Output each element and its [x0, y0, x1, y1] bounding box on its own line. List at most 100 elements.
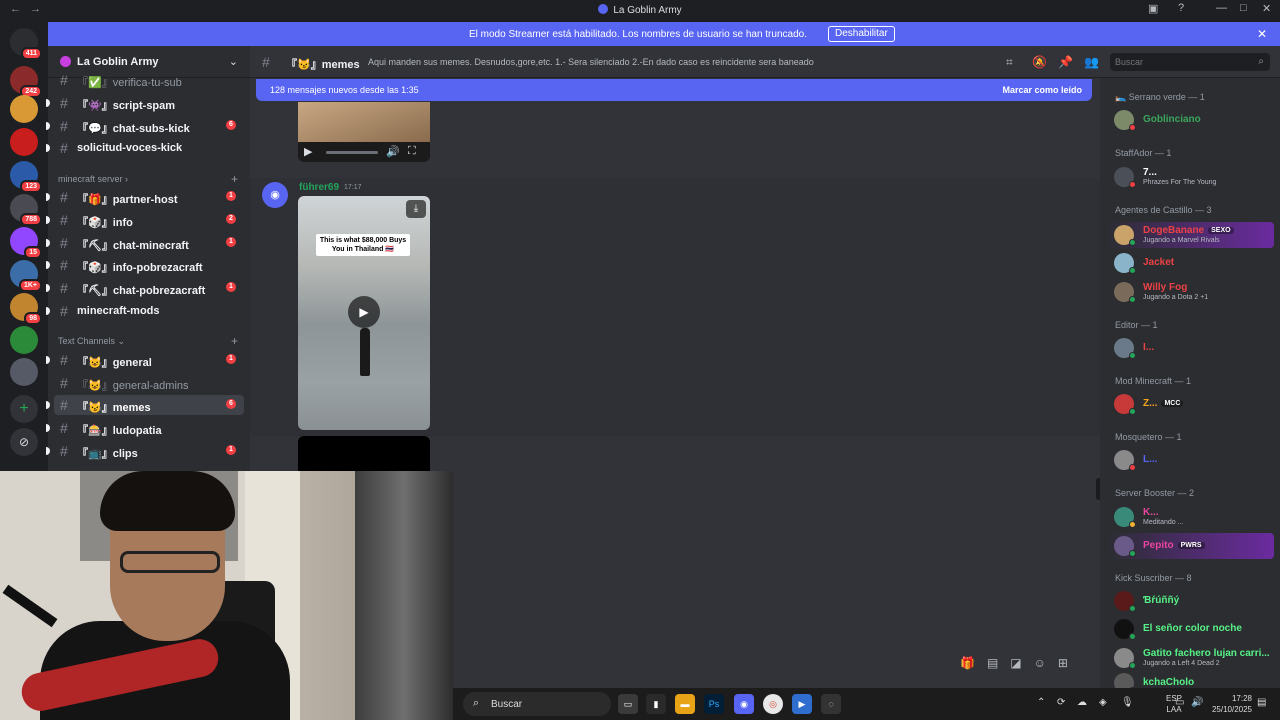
video-attachment[interactable]: [298, 436, 430, 476]
channel-item[interactable]: # 『💬』chat-subs-kick 6: [46, 116, 244, 136]
server-icon[interactable]: 788: [10, 194, 42, 226]
video-attachment[interactable]: ▶ 🔊 ⛶: [298, 102, 430, 162]
server-icon[interactable]: 98: [10, 293, 42, 325]
channel-item[interactable]: # 『⛏』chat-pobrezacraft 1: [46, 278, 244, 298]
download-icon[interactable]: ⤓: [406, 200, 426, 218]
channel-item[interactable]: # 『🎲』info-pobrezacraft: [46, 255, 244, 275]
mark-as-read-button[interactable]: Marcar como leído: [1002, 85, 1082, 95]
app-icon[interactable]: ▶: [792, 694, 812, 714]
channel-item[interactable]: # 『⛏』chat-minecraft 1: [46, 233, 244, 253]
member-item[interactable]: Willy Fog Jugando a Dota 2 +1: [1106, 279, 1274, 305]
role-header: Editor — 1: [1115, 320, 1158, 330]
add-server-icon[interactable]: +: [10, 395, 38, 423]
member-name-text: I...: [1143, 342, 1155, 353]
message-author[interactable]: führer69: [299, 182, 339, 193]
clock[interactable]: 17:28 25/10/2025: [1212, 693, 1252, 715]
app-icon[interactable]: ◌: [821, 694, 841, 714]
apps-icon[interactable]: ⊞: [1058, 656, 1068, 670]
close-icon[interactable]: ✕: [1257, 27, 1267, 41]
sticker-icon[interactable]: ◪: [1010, 656, 1021, 670]
channel-item[interactable]: # solicitud-voces-kick: [46, 138, 244, 158]
app-icon[interactable]: ▮: [646, 694, 666, 714]
gift-icon[interactable]: 🎁: [960, 656, 975, 670]
microphone-icon[interactable]: 🎙: [1121, 697, 1134, 708]
tray-icon[interactable]: ◈: [1099, 697, 1107, 708]
network-icon[interactable]: ▭: [1175, 697, 1184, 708]
add-channel-icon[interactable]: +: [231, 334, 238, 348]
cloud-icon[interactable]: ☁: [1077, 697, 1087, 708]
member-item[interactable]: Gatito fachero lujan carri... Jugando a L…: [1106, 645, 1274, 671]
category-header[interactable]: minecraft server › +: [58, 172, 238, 186]
member-item[interactable]: El señor color noche: [1106, 616, 1274, 642]
channel-item[interactable]: # minecraft-mods: [46, 301, 244, 321]
explore-icon[interactable]: ⊘: [10, 428, 38, 456]
close-window-icon[interactable]: ✕: [1262, 2, 1271, 15]
disable-streamer-button[interactable]: Deshabilitar: [828, 26, 895, 42]
taskbar-search[interactable]: ⌕ Buscar: [463, 692, 611, 716]
category-header[interactable]: Text Channels ⌄ +: [58, 334, 238, 348]
server-icon[interactable]: 1K+: [10, 260, 42, 292]
chevron-down-icon[interactable]: ⌄: [229, 55, 238, 68]
tray-icon[interactable]: ⟳: [1057, 697, 1065, 708]
member-item[interactable]: Z... MCC: [1106, 391, 1274, 417]
gif-icon[interactable]: ▤: [987, 656, 998, 670]
member-item[interactable]: 7... Phrazes For The Young: [1106, 164, 1274, 190]
volume-icon[interactable]: 🔊: [386, 145, 400, 158]
server-icon[interactable]: [10, 128, 38, 156]
channel-item[interactable]: # 『😺』general-admins: [54, 373, 244, 393]
server-icon[interactable]: [10, 95, 38, 123]
channel-topic[interactable]: Aqui manden sus memes. Desnudos,gore,etc…: [368, 57, 814, 67]
member-item[interactable]: Ɓŕúññý: [1106, 588, 1274, 614]
maximize-icon[interactable]: □: [1240, 2, 1247, 14]
fullscreen-icon[interactable]: ⛶: [408, 145, 416, 158]
channel-item[interactable]: # 『✅』verifica-tu-sub: [54, 70, 244, 90]
discord-icon[interactable]: ◉: [734, 694, 754, 714]
volume-icon[interactable]: 🔊: [1191, 697, 1203, 708]
channel-item[interactable]: # 『📺』clips 1: [46, 441, 244, 461]
member-item[interactable]: K... Meditando ...: [1106, 504, 1274, 530]
minimize-icon[interactable]: —: [1216, 2, 1227, 14]
play-icon[interactable]: ▶: [348, 296, 380, 328]
threads-icon[interactable]: ⌗: [1006, 55, 1013, 70]
server-icon[interactable]: 242: [10, 66, 42, 98]
channel-item[interactable]: # 『😼』memes 6: [46, 395, 244, 415]
server-icon[interactable]: [10, 326, 38, 354]
server-icon[interactable]: 15: [10, 227, 42, 259]
server-icon[interactable]: [10, 358, 38, 386]
video-attachment[interactable]: This is what $88,000 Buys You in Thailan…: [298, 196, 430, 430]
notifications-icon[interactable]: ▤: [1257, 697, 1266, 708]
task-view-icon[interactable]: ▭: [618, 694, 638, 714]
pin-icon[interactable]: 📌: [1058, 55, 1073, 69]
chevron-up-icon[interactable]: ⌃: [1037, 697, 1045, 708]
mute-bell-icon[interactable]: 🔕: [1032, 55, 1047, 69]
member-item[interactable]: L...: [1106, 447, 1274, 473]
server-icon[interactable]: 411: [10, 28, 42, 60]
channel-item[interactable]: # 『👾』script-spam: [46, 93, 244, 113]
hash-icon: #: [60, 280, 68, 296]
add-channel-icon[interactable]: +: [231, 172, 238, 186]
author-avatar[interactable]: ◉: [262, 182, 288, 208]
server-icon[interactable]: 123: [10, 161, 42, 193]
role-header: Agentes de Castillo — 3: [1115, 205, 1212, 215]
photoshop-icon[interactable]: Ps: [704, 694, 724, 714]
channel-item[interactable]: # 『🎰』ludopatia: [46, 418, 244, 438]
video-progress-bar[interactable]: [326, 151, 378, 154]
channel-item[interactable]: # 『😺』general 1: [46, 350, 244, 370]
new-messages-bar[interactable]: 128 mensajes nuevos desde las 1:35 Marca…: [256, 79, 1092, 101]
channel-item[interactable]: # 『🎁』partner-host 1: [46, 187, 244, 207]
search-input[interactable]: [1110, 53, 1250, 71]
members-icon[interactable]: 👥: [1084, 55, 1099, 69]
search-box[interactable]: ⌕: [1110, 53, 1270, 71]
channel-item[interactable]: # 『🎲』info 2: [46, 210, 244, 230]
inbox-icon[interactable]: ▣: [1148, 2, 1158, 15]
member-item[interactable]: Goblinciano: [1106, 107, 1274, 133]
file-explorer-icon[interactable]: ▬: [675, 694, 695, 714]
member-item[interactable]: Pepito PWRS: [1106, 533, 1274, 559]
emoji-icon[interactable]: ☺: [1034, 656, 1046, 670]
chrome-icon[interactable]: ◎: [763, 694, 783, 714]
help-icon[interactable]: ?: [1178, 2, 1184, 14]
member-item[interactable]: DogeBanane SEXO Jugando a Marvel Rivals: [1106, 222, 1274, 248]
play-icon[interactable]: ▶: [304, 145, 312, 158]
member-item[interactable]: I...: [1106, 335, 1274, 361]
member-item[interactable]: Jacket: [1106, 250, 1274, 276]
